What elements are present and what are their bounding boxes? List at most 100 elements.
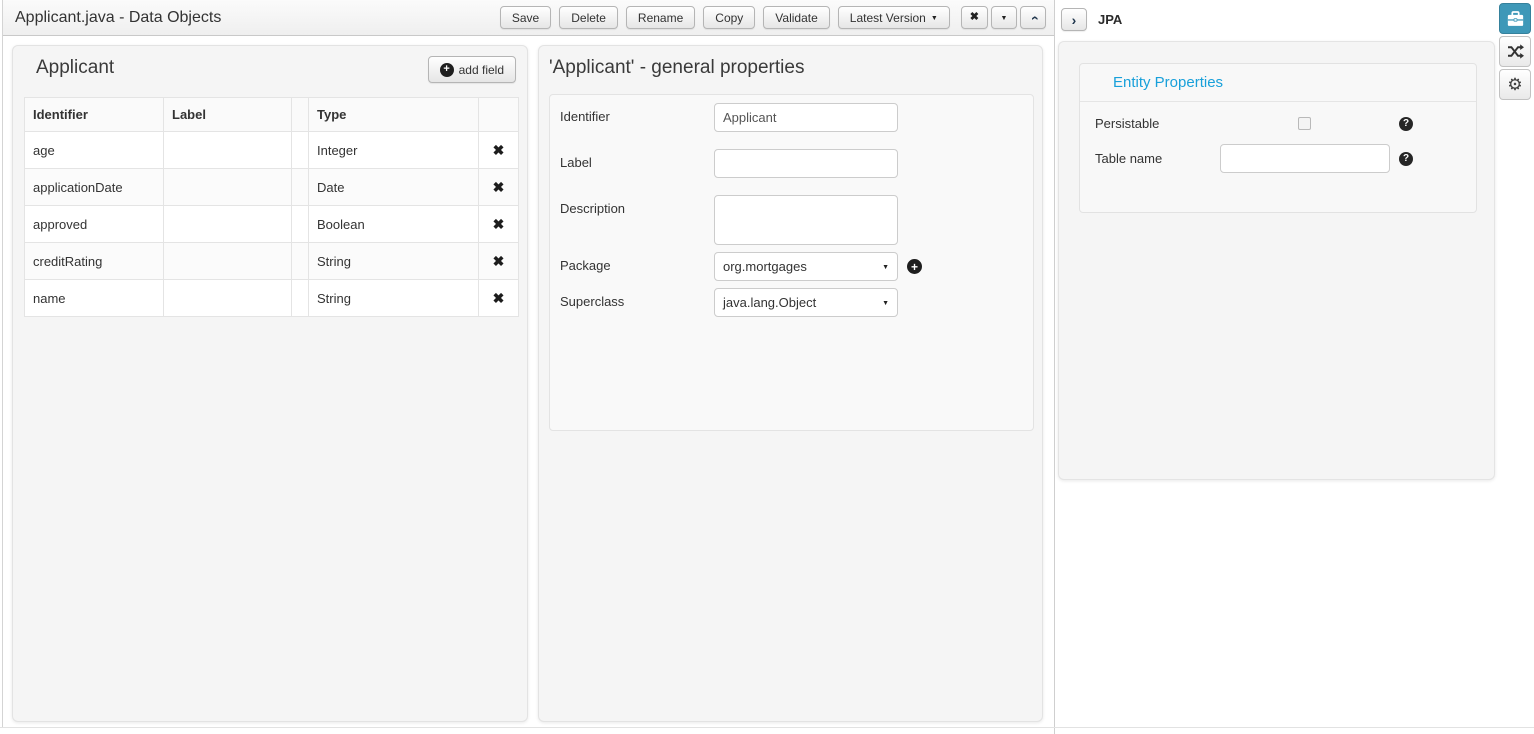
table-row[interactable]: applicationDate Date ✖ — [25, 169, 519, 206]
cell-spacer — [292, 280, 309, 317]
delete-field-icon[interactable]: ✖ — [493, 142, 505, 158]
data-object-name-title: Applicant — [36, 57, 114, 79]
persistable-checkbox[interactable] — [1298, 117, 1311, 130]
settings-tool-button[interactable]: ⚙ — [1499, 69, 1531, 100]
shuffle-icon — [1507, 44, 1524, 59]
cell-actions: ✖ — [479, 280, 519, 317]
entity-properties-heading: Entity Properties — [1080, 64, 1476, 102]
cell-actions: ✖ — [479, 206, 519, 243]
gear-icon: ⚙ — [1507, 76, 1522, 93]
cell-type[interactable]: String — [309, 280, 479, 317]
cell-label[interactable] — [164, 280, 292, 317]
editor-toolbar: Save Delete Rename Copy Validate Latest … — [500, 6, 950, 29]
cell-identifier[interactable]: applicationDate — [25, 169, 164, 206]
fields-table-header-row: Identifier Label Type — [25, 98, 519, 132]
column-header-type[interactable]: Type — [309, 98, 479, 132]
package-select[interactable]: org.mortgages ▼ — [714, 252, 898, 281]
close-icon: ✖ — [970, 12, 979, 23]
chevron-up-icon: › — [1026, 15, 1040, 20]
general-properties-panel: 'Applicant' - general properties Identif… — [538, 45, 1043, 722]
table-row[interactable]: age Integer ✖ — [25, 132, 519, 169]
help-icon[interactable]: ? — [1399, 117, 1413, 131]
identifier-field[interactable] — [714, 103, 898, 132]
editor-title: Applicant.java - Data Objects — [15, 9, 221, 27]
editor-window-controls: ✖ ▼ › — [961, 6, 1046, 29]
table-name-field[interactable] — [1220, 144, 1390, 173]
table-name-row: Table name ? — [1080, 144, 1476, 173]
table-row[interactable]: name String ✖ — [25, 280, 519, 317]
add-field-button[interactable]: + add field — [428, 56, 516, 83]
cell-identifier[interactable]: approved — [25, 206, 164, 243]
briefcase-icon — [1507, 11, 1524, 27]
table-name-label: Table name — [1095, 151, 1220, 166]
cell-identifier[interactable]: age — [25, 132, 164, 169]
cell-actions: ✖ — [479, 132, 519, 169]
data-modeler-tool-button[interactable] — [1499, 3, 1531, 34]
column-header-identifier[interactable]: Identifier — [25, 98, 164, 132]
cell-spacer — [292, 243, 309, 280]
delete-field-icon[interactable]: ✖ — [493, 216, 505, 232]
description-row: Description — [550, 195, 1033, 245]
table-row[interactable]: approved Boolean ✖ — [25, 206, 519, 243]
description-label: Description — [550, 195, 714, 216]
package-row: Package org.mortgages ▼ + — [550, 252, 1033, 281]
latest-version-label: Latest Version — [850, 11, 926, 25]
column-header-label[interactable]: Label — [164, 98, 292, 132]
cell-label[interactable] — [164, 132, 292, 169]
jpa-panel-title: JPA — [1098, 12, 1122, 27]
cell-spacer — [292, 206, 309, 243]
delete-field-icon[interactable]: ✖ — [493, 290, 505, 306]
cell-type[interactable]: Integer — [309, 132, 479, 169]
close-editor-button[interactable]: ✖ — [961, 6, 988, 29]
cell-type[interactable]: String — [309, 243, 479, 280]
fields-table: Identifier Label Type age Integer ✖ appl… — [24, 97, 519, 317]
latest-version-dropdown[interactable]: Latest Version ▼ — [838, 6, 950, 29]
collapse-up-button[interactable]: › — [1020, 6, 1046, 29]
column-header-spacer — [292, 98, 309, 132]
jpa-panel: Entity Properties Persistable ? Table na… — [1058, 41, 1495, 480]
cell-actions: ✖ — [479, 243, 519, 280]
caret-down-icon: ▼ — [1001, 15, 1008, 22]
superclass-select[interactable]: java.lang.Object ▼ — [714, 288, 898, 317]
general-properties-title: 'Applicant' - general properties — [549, 57, 804, 79]
copy-button[interactable]: Copy — [703, 6, 755, 29]
table-row[interactable]: creditRating String ✖ — [25, 243, 519, 280]
cell-type[interactable]: Boolean — [309, 206, 479, 243]
workbench-bottom-divider — [0, 727, 1534, 728]
cell-identifier[interactable]: name — [25, 280, 164, 317]
cell-spacer — [292, 132, 309, 169]
cell-label[interactable] — [164, 206, 292, 243]
entity-properties-box: Entity Properties Persistable ? Table na… — [1079, 63, 1477, 213]
jpa-tool-region: › JPA Entity Properties Persistable ? Ta… — [1054, 0, 1534, 734]
randomize-tool-button[interactable] — [1499, 36, 1531, 67]
jpa-header: › JPA — [1061, 8, 1122, 31]
cell-identifier[interactable]: creditRating — [25, 243, 164, 280]
minimize-dropdown-button[interactable]: ▼ — [991, 6, 1017, 29]
help-icon[interactable]: ? — [1399, 152, 1413, 166]
cell-actions: ✖ — [479, 169, 519, 206]
description-field[interactable] — [714, 195, 898, 245]
superclass-row: Superclass java.lang.Object ▼ — [550, 288, 1033, 317]
package-label: Package — [550, 252, 714, 273]
column-header-actions — [479, 98, 519, 132]
cell-label[interactable] — [164, 243, 292, 280]
data-object-fields-panel: Applicant + add field Identifier Label T… — [12, 45, 528, 722]
superclass-label: Superclass — [550, 288, 714, 309]
save-button[interactable]: Save — [500, 6, 551, 29]
persistable-label: Persistable — [1095, 116, 1298, 131]
label-field[interactable] — [714, 149, 898, 178]
cell-label[interactable] — [164, 169, 292, 206]
rename-button[interactable]: Rename — [626, 6, 695, 29]
caret-down-icon: ▼ — [882, 264, 889, 271]
add-package-icon[interactable]: + — [907, 259, 922, 274]
delete-button[interactable]: Delete — [559, 6, 618, 29]
identifier-label: Identifier — [550, 103, 714, 124]
label-label: Label — [550, 149, 714, 170]
delete-field-icon[interactable]: ✖ — [493, 179, 505, 195]
superclass-selected-value: java.lang.Object — [723, 295, 816, 310]
collapse-panel-button[interactable]: › — [1061, 8, 1087, 31]
persistable-row: Persistable ? — [1080, 116, 1476, 131]
validate-button[interactable]: Validate — [763, 6, 829, 29]
delete-field-icon[interactable]: ✖ — [493, 253, 505, 269]
cell-type[interactable]: Date — [309, 169, 479, 206]
